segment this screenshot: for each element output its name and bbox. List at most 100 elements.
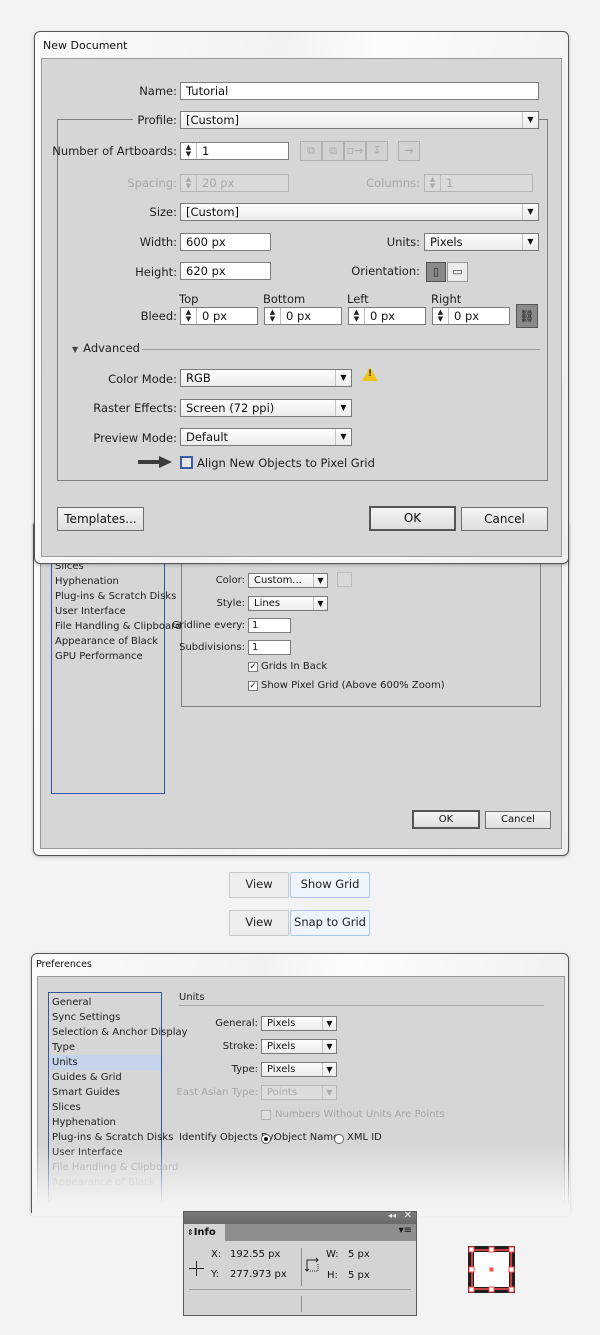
- bleed-bottom-stepper[interactable]: ▲ ▼ 0 px: [264, 307, 342, 325]
- stepper-arrows-icon[interactable]: ▲ ▼: [181, 143, 197, 159]
- grid-by-row-icon: ⧉: [300, 141, 322, 161]
- bleed-bottom-label: Bottom: [263, 292, 306, 306]
- menu-view[interactable]: View: [229, 910, 289, 936]
- general-units-select[interactable]: Pixels ▼: [261, 1016, 337, 1031]
- landscape-icon: ▭: [452, 265, 463, 278]
- portrait-orientation-button[interactable]: ▯: [426, 262, 446, 282]
- menu-item-snap-to-grid[interactable]: Snap to Grid: [290, 910, 370, 936]
- tab-info[interactable]: ⇕Info: [184, 1224, 225, 1241]
- artboards-stepper[interactable]: ▲ ▼ 1: [180, 142, 289, 160]
- gridline-every-label: Gridline every:: [171, 620, 245, 631]
- profile-label: Profile:: [133, 113, 177, 127]
- show-pixel-grid-checkbox[interactable]: ✓: [248, 681, 258, 691]
- sidebar-item[interactable]: GPU Performance: [52, 649, 164, 664]
- bleed-top-stepper[interactable]: ▲ ▼ 0 px: [180, 307, 258, 325]
- name-input[interactable]: Tutorial: [180, 82, 539, 100]
- dialog-body: Name: Tutorial Profile: [Custom] ▼ Numbe…: [41, 58, 562, 557]
- stepper-arrows-icon[interactable]: ▲ ▼: [181, 308, 197, 324]
- numbers-without-units-checkbox: [261, 1110, 271, 1120]
- link-bleed-button[interactable]: ⛓: [516, 304, 538, 328]
- close-icon[interactable]: ✕: [404, 1210, 412, 1221]
- height-input[interactable]: 620 px: [180, 262, 271, 280]
- object-name-radio[interactable]: [261, 1134, 271, 1144]
- gridline-every-input[interactable]: 1: [248, 618, 291, 633]
- color-mode-select[interactable]: RGB ▼: [180, 369, 352, 387]
- align-pixel-grid-checkbox[interactable]: [180, 456, 193, 469]
- grid-style-label: Style:: [216, 598, 246, 609]
- cancel-button[interactable]: Cancel: [485, 811, 551, 829]
- grid-color-swatch[interactable]: [337, 572, 352, 587]
- y-label: Y:: [211, 1269, 220, 1280]
- sidebar-item-guides-grid[interactable]: Guides & Grid: [49, 1070, 161, 1085]
- stroke-units-select[interactable]: Pixels ▼: [261, 1039, 337, 1054]
- artboards-label: Number of Artboards:: [52, 144, 177, 158]
- columns-label: Columns:: [366, 176, 420, 190]
- arrange-by-row-icon: ▫→: [344, 141, 366, 161]
- sidebar-item-smart-guides[interactable]: Smart Guides: [49, 1085, 161, 1100]
- menu-item-show-grid[interactable]: Show Grid: [290, 872, 370, 898]
- bleed-right-stepper[interactable]: ▲ ▼ 0 px: [432, 307, 510, 325]
- sidebar-item[interactable]: User Interface: [52, 604, 164, 619]
- chain-link-icon: ⛓: [519, 309, 535, 323]
- units-select[interactable]: Pixels ▼: [424, 233, 539, 251]
- chevron-down-icon: ▼: [313, 574, 327, 587]
- xml-id-radio[interactable]: [334, 1134, 344, 1144]
- menu-view[interactable]: View: [229, 872, 289, 898]
- units-label: Units:: [386, 235, 420, 249]
- sidebar-item[interactable]: Appearance of Black: [52, 634, 164, 649]
- grid-color-select[interactable]: Custom... ▼: [248, 573, 328, 588]
- dialog-body: Slices Hyphenation Plug-ins & Scratch Di…: [40, 531, 562, 849]
- grid-style-select[interactable]: Lines ▼: [248, 596, 328, 611]
- chevron-down-icon: ▼: [322, 1017, 336, 1030]
- selected-square-shape[interactable]: [468, 1246, 515, 1293]
- chevron-down-icon: ▼: [335, 429, 351, 445]
- units-preferences-dialog: Preferences General Sync Settings Select…: [31, 953, 570, 1216]
- collapse-icon[interactable]: ◂◂: [388, 1211, 396, 1220]
- stepper-arrows-icon[interactable]: ▲ ▼: [349, 308, 365, 324]
- sidebar-item-plugins[interactable]: Plug-ins & Scratch Disks: [49, 1130, 173, 1145]
- size-select[interactable]: [Custom] ▼: [180, 203, 539, 221]
- sidebar-item-slices[interactable]: Slices: [49, 1100, 161, 1115]
- raster-effects-select[interactable]: Screen (72 ppi) ▼: [180, 399, 352, 417]
- bleed-left-stepper[interactable]: ▲ ▼ 0 px: [348, 307, 426, 325]
- portrait-icon: ▯: [432, 265, 440, 278]
- arrange-by-column-icon: ↧: [366, 141, 388, 161]
- sidebar-item-hyphenation[interactable]: Hyphenation: [49, 1115, 161, 1130]
- sidebar-item[interactable]: Hyphenation: [52, 574, 164, 589]
- advanced-divider: [142, 349, 540, 350]
- landscape-orientation-button[interactable]: ▭: [447, 262, 468, 282]
- type-units-select[interactable]: Pixels ▼: [261, 1062, 337, 1077]
- info-panel: ◂◂ ✕ ⇕Info ▾≡ X: 192.55 px Y: 277.973 px…: [183, 1210, 417, 1316]
- east-asian-type-label: East Asian Type:: [176, 1087, 258, 1098]
- chevron-down-icon: ▼: [313, 597, 327, 610]
- bleed-label: Bleed:: [140, 309, 177, 323]
- panel-header: ◂◂ ✕: [184, 1210, 416, 1224]
- stepper-arrows-icon[interactable]: ▲ ▼: [433, 308, 449, 324]
- preview-mode-select[interactable]: Default ▼: [180, 428, 352, 446]
- width-input[interactable]: 600 px: [180, 233, 271, 251]
- profile-select[interactable]: [Custom] ▼: [180, 111, 539, 129]
- panel-menu-icon[interactable]: ▾≡: [399, 1225, 412, 1236]
- sidebar-item-selection-anchor[interactable]: Selection & Anchor Display: [49, 1025, 188, 1040]
- advanced-toggle[interactable]: ▼ Advanced: [72, 341, 140, 355]
- cancel-button[interactable]: Cancel: [461, 507, 548, 531]
- chevron-down-icon: ▼: [322, 1063, 336, 1076]
- stepper-arrows-icon[interactable]: ▲ ▼: [265, 308, 281, 324]
- sidebar-item-units[interactable]: Units: [49, 1055, 161, 1070]
- east-asian-type-select: Points ▼: [261, 1085, 337, 1100]
- sidebar-item[interactable]: File Handling & Clipboard: [52, 619, 181, 634]
- object-name-label: Object Name: [274, 1132, 340, 1143]
- crosshair-icon: [189, 1261, 204, 1276]
- sidebar-item[interactable]: Plug-ins & Scratch Disks: [52, 589, 176, 604]
- ok-button[interactable]: OK: [369, 506, 456, 531]
- section-divider: [179, 1005, 544, 1006]
- sidebar-item-type[interactable]: Type: [49, 1040, 161, 1055]
- type-units-label: Type:: [231, 1064, 258, 1075]
- ok-button[interactable]: OK: [412, 810, 480, 829]
- sidebar-item-general[interactable]: General: [49, 995, 161, 1010]
- subdivisions-input[interactable]: 1: [248, 640, 291, 655]
- grids-in-back-checkbox[interactable]: ✓: [248, 662, 258, 672]
- templates-button[interactable]: Templates...: [57, 507, 144, 531]
- sidebar-item-sync-settings[interactable]: Sync Settings: [49, 1010, 161, 1025]
- stepper-arrows-icon: ▲ ▼: [181, 175, 197, 191]
